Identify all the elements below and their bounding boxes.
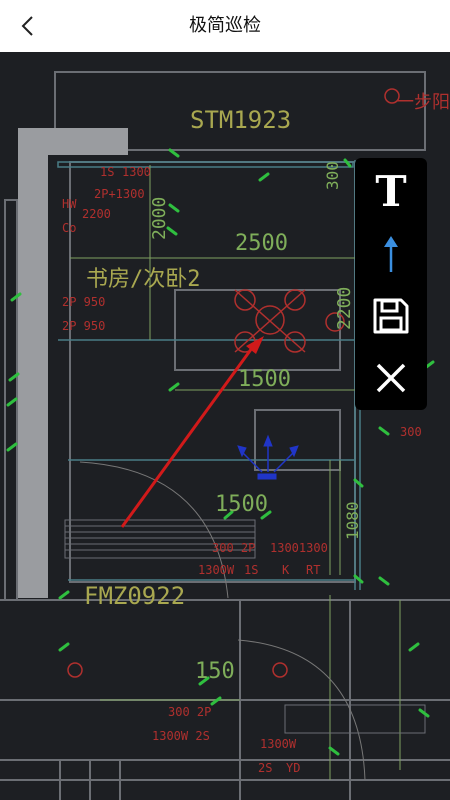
tag-yd: YD (286, 761, 300, 775)
val-300-right: 300 (400, 425, 422, 439)
tag-k: K (282, 563, 290, 577)
dim-1500-lower-label: 1500 (215, 492, 268, 517)
arrow-up-icon (384, 236, 398, 272)
val-1300w-2s: 1300W 2S (152, 729, 210, 743)
val-1300w: 1300W (198, 563, 235, 577)
val-1300w-b: 1300W (260, 737, 297, 751)
text-tool-button[interactable]: T (355, 164, 427, 220)
tag-1s: 1S (100, 165, 114, 179)
text-tool-icon: T (375, 167, 407, 216)
door-code-label: FMZ0922 (84, 582, 185, 610)
page-title: 极简巡检 (189, 15, 261, 36)
close-button[interactable] (355, 350, 427, 406)
tag-co: Co (62, 221, 76, 235)
val-1300: 1300 (122, 165, 151, 179)
room-name-label: 书房/次卧2 (86, 267, 201, 292)
close-icon (376, 363, 406, 393)
dim-1080-label: 1080 (343, 501, 362, 540)
arrow-tool-button[interactable] (355, 226, 427, 282)
dim-150-label: 150 (195, 659, 235, 684)
val-300-2p: 300 2P (212, 541, 255, 555)
val-2200: 2200 (82, 207, 111, 221)
tag-2p-950-b: 2P 950 (62, 319, 105, 333)
annotation-toolbar: T (355, 158, 427, 410)
val-13001300: 13001300 (270, 541, 328, 555)
dim-2000-label: 2000 (149, 197, 170, 240)
dim-1500-label: 1500 (238, 367, 291, 392)
corner-text-label: 一步阳 (396, 92, 450, 113)
dim-300-label: 300 (323, 161, 342, 190)
save-button[interactable] (355, 288, 427, 344)
val-300-2p-b: 300 2P (168, 705, 211, 719)
tag-2p-950-a: 2P 950 (62, 295, 105, 309)
dim-2500-label: 2500 (235, 231, 288, 256)
tag-hw: HW (62, 197, 77, 211)
room-code-label: STM1923 (190, 106, 291, 134)
tag-2s: 2S (258, 761, 272, 775)
header-bar: 极简巡检 (0, 0, 450, 52)
dim-2200-label: 2200 (334, 287, 355, 330)
tag-rt: RT (306, 563, 320, 577)
tag-2p: 2P+1300 (94, 187, 145, 201)
tag-1s-b: 1S (244, 563, 258, 577)
save-icon (373, 298, 409, 334)
